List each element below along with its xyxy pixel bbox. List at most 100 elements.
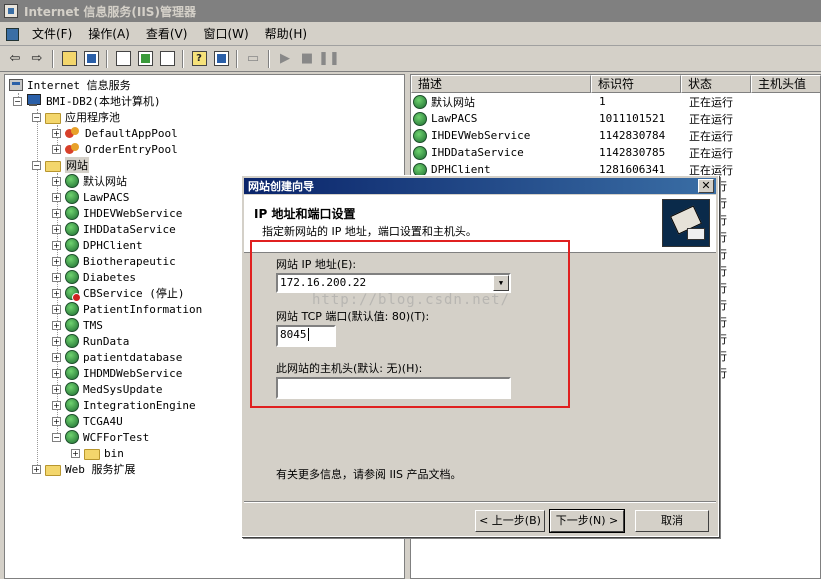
expand-icon[interactable]: + <box>52 304 61 314</box>
menu-window[interactable]: 窗口(W) <box>195 25 256 42</box>
forward-arrow-icon[interactable]: ⇨ <box>26 49 48 69</box>
back-arrow-icon[interactable]: ⇦ <box>4 49 26 69</box>
tree-item-site[interactable]: + patientdatabase <box>52 349 182 365</box>
expand-icon[interactable]: + <box>52 192 61 202</box>
expand-icon[interactable]: + <box>32 464 41 474</box>
expand-icon[interactable]: + <box>52 224 61 234</box>
action-pane-icon[interactable] <box>210 49 232 69</box>
globe-icon <box>65 430 79 444</box>
tree-item-site[interactable]: + IHDEVWebService <box>52 205 182 221</box>
tree-item-site[interactable]: + IntegrationEngine <box>52 397 196 413</box>
expand-icon[interactable]: + <box>52 416 61 426</box>
column-header-id[interactable]: 标识符 <box>591 75 681 93</box>
collapse-icon[interactable]: − <box>32 112 41 122</box>
toolbar-separator <box>106 49 108 68</box>
tree-item-site[interactable]: + IHDDataService <box>52 221 176 237</box>
tree-item-site[interactable]: − WCFForTest <box>52 429 149 445</box>
refresh-icon[interactable] <box>134 49 156 69</box>
column-header-status[interactable]: 状态 <box>681 75 751 93</box>
show-tree-icon[interactable] <box>80 49 102 69</box>
expand-icon[interactable]: + <box>52 240 61 250</box>
expand-icon[interactable]: + <box>52 352 61 362</box>
tree-item-site[interactable]: + MedSysUpdate <box>52 381 162 397</box>
more-info-text: 有关更多信息，请参阅 IIS 产品文档。 <box>276 468 462 481</box>
properties-icon[interactable] <box>112 49 134 69</box>
tree-item-site[interactable]: + TCGA4U <box>52 413 123 429</box>
expand-icon[interactable]: + <box>71 448 80 458</box>
tree-item-site[interactable]: + LawPACS <box>52 189 129 205</box>
column-header-host[interactable]: 主机头值 <box>751 75 821 93</box>
tree-item-site[interactable]: + TMS <box>52 317 103 333</box>
help-icon[interactable]: ? <box>188 49 210 69</box>
tree-item-app-pools[interactable]: − 应用程序池 <box>32 109 120 125</box>
list-row[interactable]: LawPACS 1011101521 正在运行 <box>413 110 753 127</box>
stop-icon[interactable]: ■ <box>296 49 318 69</box>
menu-action[interactable]: 操作(A) <box>80 25 138 42</box>
back-button[interactable]: < 上一步(B) <box>475 510 545 532</box>
expand-icon[interactable]: + <box>52 128 61 138</box>
port-input[interactable]: 8045 <box>276 325 336 347</box>
dialog-titlebar[interactable]: 网站创建向导 ✕ <box>244 178 716 194</box>
menu-view[interactable]: 查看(V) <box>138 25 196 42</box>
collapse-icon[interactable]: − <box>32 160 41 170</box>
list-row[interactable]: 默认网站 1 正在运行 <box>413 93 753 110</box>
tree-item-site[interactable]: + 默认网站 <box>52 173 127 189</box>
expand-icon[interactable]: + <box>52 400 61 410</box>
globe-icon <box>65 254 79 268</box>
column-header-description[interactable]: 描述 <box>411 75 591 93</box>
expand-icon[interactable]: + <box>52 288 61 298</box>
tree-item-site[interactable]: + CBService (停止) <box>52 285 184 302</box>
next-button[interactable]: 下一步(N) > <box>549 509 625 533</box>
pause-icon[interactable]: ❚❚ <box>318 49 340 69</box>
close-icon[interactable]: ✕ <box>698 179 714 193</box>
tree-item-pool[interactable]: + DefaultAppPool <box>52 125 178 141</box>
tree-item-site[interactable]: + DPHClient <box>52 237 143 253</box>
toolbar-separator <box>182 49 184 68</box>
tree-item-site[interactable]: + Biotherapeutic <box>52 253 176 269</box>
tree-item-root[interactable]: Internet 信息服务 <box>9 77 131 93</box>
cancel-button[interactable]: 取消 <box>635 510 709 532</box>
up-folder-icon[interactable] <box>58 49 80 69</box>
chevron-down-icon[interactable]: ▼ <box>493 275 509 291</box>
list-row[interactable]: IHDDataService 1142830785 正在运行 <box>413 144 753 161</box>
menu-bar: 文件(F) 操作(A) 查看(V) 窗口(W) 帮助(H) <box>0 22 821 46</box>
play-icon[interactable]: ▶ <box>274 49 296 69</box>
expand-icon[interactable]: + <box>52 368 61 378</box>
system-menu-icon[interactable] <box>4 26 20 42</box>
toolbar-separator <box>268 49 270 68</box>
collapse-icon[interactable]: − <box>13 96 22 106</box>
list-row[interactable]: IHDEVWebService 1142830784 正在运行 <box>413 127 753 144</box>
dialog-separator <box>244 501 716 503</box>
tree-item-server[interactable]: − BMI-DB2(本地计算机) <box>13 93 161 109</box>
expand-icon[interactable]: + <box>52 176 61 186</box>
expand-icon[interactable]: + <box>52 320 61 330</box>
host-header-label: 此网站的主机头(默认: 无)(H): <box>276 362 423 375</box>
expand-icon[interactable]: + <box>52 384 61 394</box>
globe-icon <box>65 414 79 428</box>
expand-icon[interactable]: + <box>52 272 61 282</box>
expand-icon[interactable]: + <box>52 144 61 154</box>
website-creation-wizard: 网站创建向导 ✕ IP 地址和端口设置 指定新网站的 IP 地址，端口设置和主机… <box>241 175 719 537</box>
tree-item-site[interactable]: + RunData <box>52 333 129 349</box>
expand-icon[interactable]: + <box>52 336 61 346</box>
window-titlebar[interactable]: Internet 信息服务(IIS)管理器 <box>0 0 821 22</box>
collapse-icon[interactable]: − <box>52 432 61 442</box>
expand-icon[interactable]: + <box>52 208 61 218</box>
menu-help[interactable]: 帮助(H) <box>257 25 315 42</box>
host-header-input[interactable] <box>276 377 511 399</box>
tree-item-site[interactable]: + Diabetes <box>52 269 136 285</box>
menu-file[interactable]: 文件(F) <box>24 25 80 42</box>
computer-icon[interactable]: ▭ <box>242 49 264 69</box>
tree-item-bin[interactable]: + bin <box>71 445 124 461</box>
tree-item-web-ext[interactable]: + Web 服务扩展 <box>32 461 136 477</box>
expand-icon[interactable]: + <box>52 256 61 266</box>
port-label: 网站 TCP 端口(默认值: 80)(T): <box>276 310 430 323</box>
ip-address-select[interactable]: 172.16.200.22 ▼ <box>276 273 511 293</box>
tree-item-websites[interactable]: − 网站 <box>32 157 89 173</box>
globe-icon <box>65 302 79 316</box>
tree-item-site[interactable]: + PatientInformation <box>52 301 202 317</box>
globe-icon <box>65 350 79 364</box>
export-list-icon[interactable] <box>156 49 178 69</box>
tree-item-site[interactable]: + IHDMDWebService <box>52 365 182 381</box>
tree-item-pool[interactable]: + OrderEntryPool <box>52 141 178 157</box>
